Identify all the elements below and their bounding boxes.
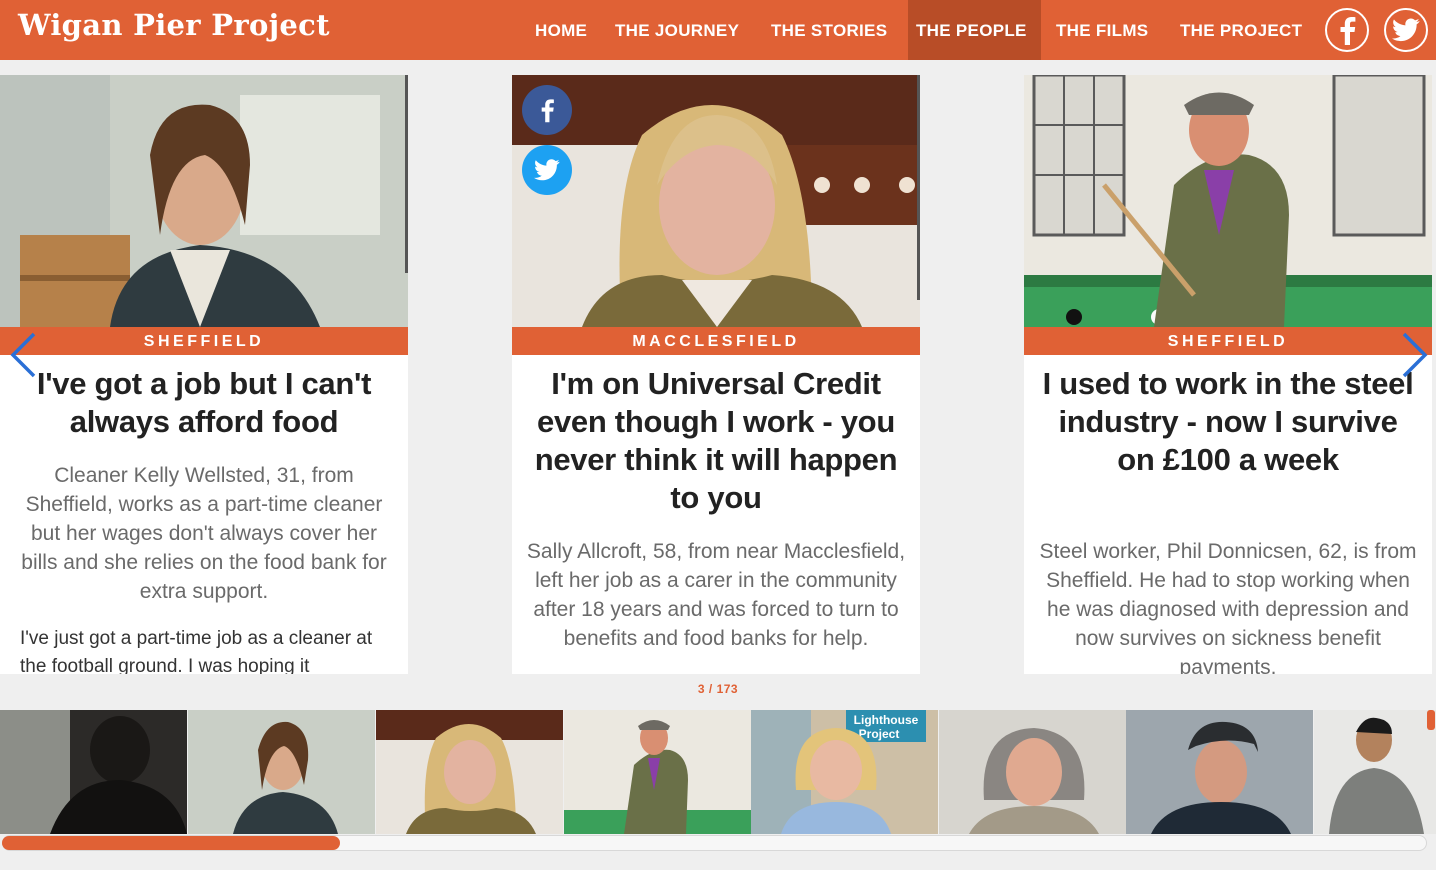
thumbnail-image — [939, 710, 1126, 834]
carousel-next-button[interactable] — [1400, 330, 1430, 380]
nav-home[interactable]: HOME — [527, 0, 595, 60]
thumbnail-8[interactable] — [1314, 710, 1436, 834]
thumbnail-3[interactable] — [376, 710, 563, 834]
thumbnail-1[interactable] — [0, 710, 187, 834]
thumbnail-image: Lighthouse Project — [751, 710, 938, 834]
thumbnail-6[interactable] — [939, 710, 1126, 834]
story-card-3[interactable]: SHEFFIELD I used to work in the steel in… — [1024, 75, 1432, 674]
nav-the-stories[interactable]: THE STORIES — [763, 0, 895, 60]
portrait-woman-blonde-photo — [512, 75, 920, 327]
location-label: MACCLESFIELD — [512, 327, 920, 355]
story-card-2[interactable]: MACCLESFIELD I'm on Universal Credit eve… — [512, 75, 920, 674]
story-photo[interactable] — [512, 75, 920, 327]
carousel-prev-button[interactable] — [8, 330, 38, 380]
facebook-icon — [541, 99, 554, 123]
thumbnail-5[interactable]: Lighthouse Project — [751, 710, 938, 834]
story-summary: Cleaner Kelly Wellsted, 31, from Sheffie… — [21, 464, 387, 603]
site-header: Wigan Pier Project HOME THE JOURNEY THE … — [0, 0, 1436, 60]
nav-the-people[interactable]: THE PEOPLE — [908, 0, 1041, 60]
story-photo[interactable] — [0, 75, 408, 327]
story-headline[interactable]: I'm on Universal Credit even though I wo… — [528, 365, 904, 517]
twitter-icon — [1392, 18, 1420, 42]
location-label: SHEFFIELD — [1024, 327, 1432, 355]
thumbnail-image — [564, 710, 751, 834]
carousel-counter: 3 / 173 — [697, 682, 739, 696]
portrait-woman-photo — [0, 75, 408, 327]
chevron-right-icon — [1402, 332, 1428, 378]
story-summary: Steel worker, Phil Donnicsen, 62, is fro… — [1039, 540, 1417, 674]
story-headline[interactable]: I used to work in the steel industry - n… — [1040, 365, 1416, 479]
thumbnail-strip-scroll-indicator[interactable] — [1427, 710, 1435, 730]
portrait-man-pool-photo — [1024, 75, 1432, 327]
thumbnail-7[interactable] — [1126, 710, 1313, 834]
header-twitter-button[interactable] — [1384, 8, 1428, 52]
facebook-icon — [1340, 17, 1356, 45]
story-headline[interactable]: I've got a job but I can't always afford… — [16, 365, 392, 441]
location-label: SHEFFIELD — [0, 327, 408, 355]
sign-text-line2: Project — [859, 727, 900, 741]
thumbnail-image — [0, 710, 187, 834]
thumbnail-image — [1314, 710, 1436, 834]
card-facebook-button[interactable] — [522, 85, 572, 135]
nav-the-films[interactable]: THE FILMS — [1048, 0, 1156, 60]
nav-the-journey[interactable]: THE JOURNEY — [607, 0, 747, 60]
chevron-left-icon — [10, 332, 36, 378]
nav-the-project[interactable]: THE PROJECT — [1172, 0, 1310, 60]
story-photo[interactable] — [1024, 75, 1432, 327]
twitter-icon — [534, 159, 560, 181]
thumbnail-strip: Lighthouse Project — [0, 710, 1436, 834]
thumbnail-image — [188, 710, 375, 834]
thumbnail-image — [1126, 710, 1313, 834]
card-twitter-button[interactable] — [522, 145, 572, 195]
thumbnail-image — [376, 710, 563, 834]
thumbnail-2[interactable] — [188, 710, 375, 834]
story-summary: Sally Allcroft, 58, from near Macclesfie… — [526, 540, 906, 650]
story-body: I've just got a part-time job as a clean… — [20, 628, 373, 674]
sign-text-line1: Lighthouse — [854, 713, 919, 727]
thumbnail-scroll-thumb[interactable] — [2, 836, 340, 850]
site-logo[interactable]: Wigan Pier Project — [18, 8, 330, 42]
story-card-1[interactable]: SHEFFIELD I've got a job but I can't alw… — [0, 75, 408, 674]
header-facebook-button[interactable] — [1325, 8, 1369, 52]
thumbnail-4[interactable] — [564, 710, 751, 834]
